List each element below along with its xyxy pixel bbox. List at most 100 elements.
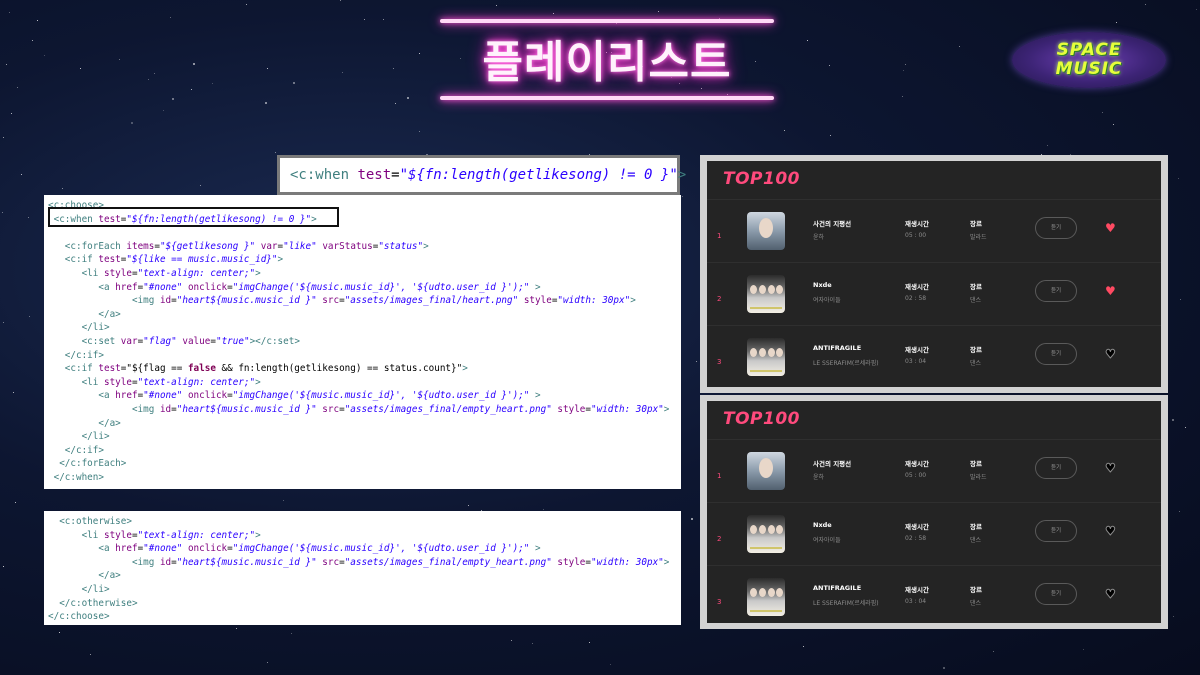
code-token: <li [48,267,104,279]
code-token: > [255,529,261,541]
code-line: <c:otherwise> [48,515,681,529]
rank-number: 2 [717,295,722,303]
heart-outline-icon[interactable]: ♥ [1105,462,1117,475]
star [154,73,155,74]
code-line: <li style="text-align: center;"> [48,267,681,281]
code-token: <c:set [48,335,121,347]
duration-label: 재생시간 [905,220,929,228]
star [682,196,683,197]
code-token: href [115,543,138,555]
heart-outline-icon[interactable]: ♥ [1105,525,1117,538]
code-token: </c:otherwise> [48,597,138,609]
code-line: <a href="#none" onclick="imgChange('${mu… [48,281,681,295]
code-line: </li> [48,430,681,444]
code-token: onclick [182,543,228,555]
code-token: style [518,295,552,307]
star [511,640,512,641]
star [829,65,830,66]
star [9,12,10,13]
code-token: <a [48,543,116,555]
code-token: varStatus [316,240,373,252]
code-token: = [391,167,400,183]
code-token: test [98,363,121,375]
code-token: > [255,376,261,388]
star [17,87,18,88]
code-token: href [115,390,138,402]
genre-value: 댄스 [970,537,982,544]
code-block-otherwise: <c:otherwise> <li style="text-align: cen… [44,511,681,625]
duration-label: 재생시간 [905,283,929,291]
star [340,0,341,1]
code-line: <c:forEach items="${getlikesong }" var="… [48,240,681,254]
code-token: <img [48,403,160,415]
cover-stripe [750,370,782,372]
star [616,23,617,24]
star [246,4,247,5]
star [691,518,693,520]
top100-heading: TOP100 [723,409,800,429]
star [13,392,14,393]
cover-stripe [750,547,782,549]
album-cover [747,578,785,616]
listen-button[interactable]: 듣기 [1035,457,1077,479]
listen-button[interactable]: 듣기 [1035,280,1077,302]
song-row: 2 Nxde 여자아이들 재생시간 02 : 58 장르 댄스 듣기 ♥ [707,262,1161,324]
star [80,68,81,69]
code-token: <img [48,295,160,307]
song-title: Nxde [813,521,832,529]
code-token: "heart${music.music_id }" [176,295,317,307]
star [3,137,4,138]
member-face [759,588,766,597]
star [1179,511,1180,512]
artist-face [759,458,773,478]
album-cover [747,212,785,250]
code-line: </c:if> [48,444,681,458]
heart-filled-icon[interactable]: ♥ [1105,285,1116,297]
code-token: <c:when [290,167,358,183]
listen-button[interactable]: 듣기 [1035,520,1077,542]
star [1173,616,1174,617]
star [6,64,7,65]
code-token: </c:when> [48,471,104,483]
star [28,217,29,218]
star [293,82,295,84]
listen-button[interactable]: 듣기 [1035,343,1077,365]
heart-outline-icon[interactable]: ♥ [1105,348,1117,361]
star [364,19,365,20]
star [1083,649,1084,650]
code-token: style [551,403,586,415]
code-token: "true" [215,335,250,347]
member-face [776,285,783,294]
star [383,19,384,20]
artist-name: 여자아이들 [813,297,841,304]
code-line: </c:if> [48,349,681,363]
code-token: "assets/images_final/heart.png" [344,295,519,307]
code-token: src [316,295,340,307]
listen-button[interactable]: 듣기 [1035,217,1077,239]
star [1113,124,1114,125]
cover-stripe [750,307,782,309]
code-token: <a [48,390,116,402]
code-line: </c:otherwise> [48,597,681,611]
code-token: && fn:length(getlikesong) == status.coun… [215,363,463,375]
heart-filled-icon[interactable]: ♥ [1105,222,1116,234]
star [148,79,149,80]
genre-value: 댄스 [970,600,982,607]
star [21,174,22,175]
code-token: test [357,167,392,183]
heart-outline-icon[interactable]: ♥ [1105,588,1117,601]
star [170,17,171,18]
listen-button[interactable]: 듣기 [1035,583,1077,605]
code-token: </li> [48,583,110,595]
member-face [759,348,766,357]
star [419,53,420,54]
code-line: </li> [48,583,681,597]
code-token: "#none" [143,281,183,293]
star [468,505,469,506]
member-face [776,348,783,357]
star [29,316,30,317]
neon-line-top [440,19,774,23]
code-block-when: <c:choose> <c:when test="${fn:length(get… [44,195,681,489]
code-token: "width: 30px" [591,556,664,568]
code-token: <c:if [48,254,99,266]
